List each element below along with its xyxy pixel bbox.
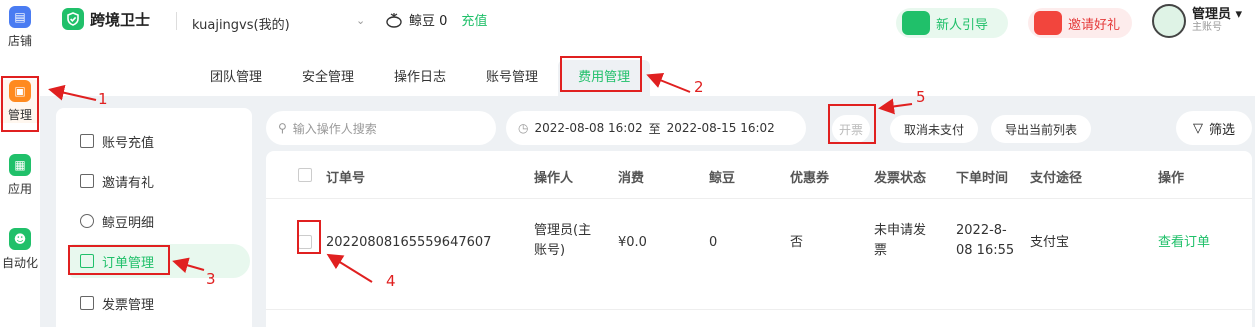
annotation-label: 5 — [916, 88, 926, 106]
annotation-arrows — [48, 73, 913, 283]
annotation-label: 3 — [206, 270, 216, 288]
annotation-label: 2 — [694, 78, 704, 96]
annotation-label: 1 — [98, 90, 108, 108]
annotation-label: 4 — [386, 272, 396, 290]
